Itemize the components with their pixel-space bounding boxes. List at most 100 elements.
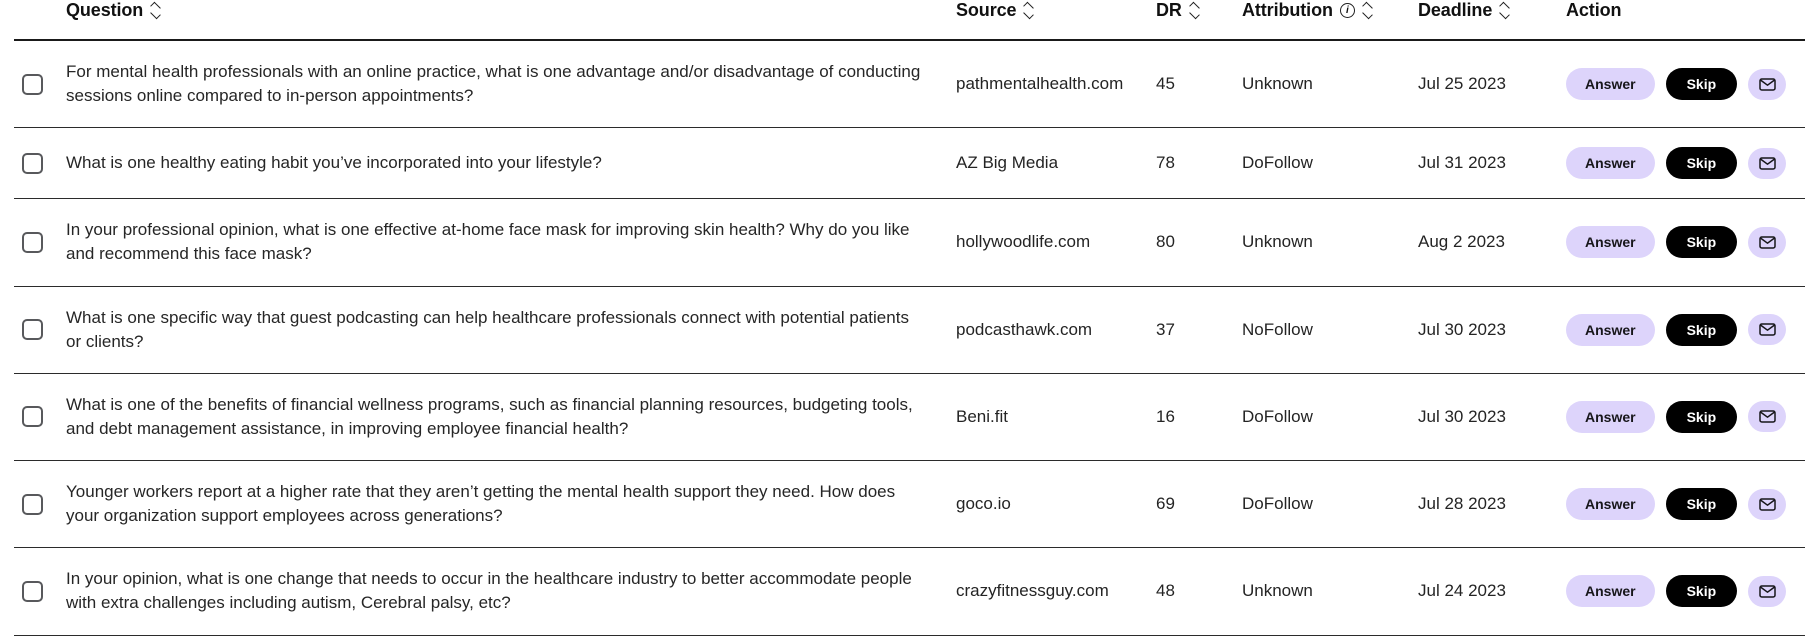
question-cell: What is one of the benefits of financial… bbox=[66, 373, 956, 460]
dr-cell: 78 bbox=[1156, 153, 1175, 173]
question-text: In your professional opinion, what is on… bbox=[66, 220, 910, 264]
dr-cell: 48 bbox=[1156, 581, 1175, 601]
table-header: Question Source DR Attribution i Deadlin… bbox=[14, 0, 1805, 40]
envelope-icon-button[interactable] bbox=[1748, 314, 1787, 346]
question-cell: Younger workers report at a higher rate … bbox=[66, 461, 956, 548]
envelope-icon-button[interactable] bbox=[1748, 226, 1787, 258]
column-header-source-label: Source bbox=[956, 0, 1017, 20]
column-header-question-label: Question bbox=[66, 0, 144, 20]
skip-button[interactable]: Skip bbox=[1665, 147, 1738, 180]
answer-button[interactable]: Answer bbox=[1566, 400, 1655, 433]
answer-button[interactable]: Answer bbox=[1566, 68, 1655, 101]
column-header-deadline[interactable]: Deadline bbox=[1418, 0, 1566, 40]
action-cell: Answer Skip bbox=[1566, 373, 1805, 460]
deadline-cell: Jul 30 2023 bbox=[1418, 319, 1506, 339]
source-cell: podcasthawk.com bbox=[956, 319, 1093, 339]
attribution-cell: DoFollow bbox=[1242, 153, 1313, 173]
deadline-cell: Jul 25 2023 bbox=[1418, 74, 1506, 94]
skip-button[interactable]: Skip bbox=[1665, 488, 1738, 521]
answer-button[interactable]: Answer bbox=[1566, 313, 1655, 346]
skip-button[interactable]: Skip bbox=[1665, 575, 1738, 608]
column-header-action: Action bbox=[1566, 0, 1805, 40]
answer-button[interactable]: Answer bbox=[1566, 226, 1655, 259]
sort-icon-attribution[interactable] bbox=[1362, 3, 1373, 19]
row-checkbox[interactable] bbox=[22, 580, 43, 602]
sort-icon-question[interactable] bbox=[150, 3, 161, 19]
action-cell: Answer Skip bbox=[1566, 286, 1805, 373]
skip-button[interactable]: Skip bbox=[1665, 400, 1738, 433]
deadline-cell: Jul 30 2023 bbox=[1418, 406, 1506, 426]
envelope-icon-button[interactable] bbox=[1748, 147, 1787, 179]
attribution-cell: NoFollow bbox=[1242, 319, 1313, 339]
deadline-cell: Jul 28 2023 bbox=[1418, 494, 1506, 514]
action-buttons: Answer Skip bbox=[1566, 488, 1805, 521]
sort-icon-dr[interactable] bbox=[1189, 3, 1200, 19]
table-row: In your professional opinion, what is on… bbox=[14, 199, 1805, 286]
sort-icon-source[interactable] bbox=[1023, 3, 1034, 19]
skip-button[interactable]: Skip bbox=[1665, 313, 1738, 346]
envelope-icon-button[interactable] bbox=[1748, 488, 1787, 520]
question-cell: For mental health professionals with an … bbox=[66, 40, 956, 128]
envelope-icon bbox=[1758, 236, 1776, 249]
sort-icon-deadline[interactable] bbox=[1499, 3, 1510, 19]
table-row: Younger workers report at a higher rate … bbox=[14, 461, 1805, 548]
table-body: For mental health professionals with an … bbox=[14, 40, 1805, 635]
row-select-cell bbox=[14, 548, 66, 635]
source-cell: pathmentalhealth.com bbox=[956, 74, 1124, 94]
column-header-dr[interactable]: DR bbox=[1156, 0, 1242, 40]
source-cell: AZ Big Media bbox=[956, 153, 1059, 173]
row-select-cell bbox=[14, 286, 66, 373]
skip-button[interactable]: Skip bbox=[1665, 68, 1738, 101]
skip-button[interactable]: Skip bbox=[1665, 226, 1738, 259]
envelope-icon-button[interactable] bbox=[1748, 575, 1787, 607]
question-text: In your opinion, what is one change that… bbox=[66, 569, 912, 613]
questions-table-container: Question Source DR Attribution i Deadlin… bbox=[0, 0, 1805, 636]
attribution-cell: Unknown bbox=[1242, 74, 1313, 94]
action-cell: Answer Skip bbox=[1566, 461, 1805, 548]
envelope-icon-button[interactable] bbox=[1748, 401, 1787, 433]
row-checkbox[interactable] bbox=[22, 319, 43, 341]
row-checkbox[interactable] bbox=[22, 406, 43, 428]
answer-button[interactable]: Answer bbox=[1566, 575, 1655, 608]
question-cell: In your opinion, what is one change that… bbox=[66, 548, 956, 635]
table-row: What is one specific way that guest podc… bbox=[14, 286, 1805, 374]
action-cell: Answer Skip bbox=[1566, 40, 1805, 128]
row-checkbox[interactable] bbox=[22, 231, 43, 253]
action-buttons: Answer Skip bbox=[1566, 575, 1805, 608]
dr-cell: 69 bbox=[1156, 494, 1175, 514]
envelope-icon bbox=[1758, 497, 1776, 511]
row-select-cell bbox=[14, 373, 66, 460]
attribution-cell: DoFollow bbox=[1242, 406, 1313, 426]
attribution-cell: Unknown bbox=[1242, 581, 1313, 601]
column-header-attribution-label: Attribution bbox=[1242, 0, 1333, 20]
action-buttons: Answer Skip bbox=[1566, 226, 1805, 259]
row-select-cell bbox=[14, 461, 66, 548]
row-select-cell bbox=[14, 128, 66, 199]
column-header-question[interactable]: Question bbox=[66, 0, 956, 40]
column-header-attribution[interactable]: Attribution i bbox=[1242, 0, 1418, 40]
table-row: What is one of the benefits of financial… bbox=[14, 373, 1805, 461]
source-cell: hollywoodlife.com bbox=[956, 232, 1091, 252]
action-cell: Answer Skip bbox=[1566, 199, 1805, 286]
deadline-cell: Jul 24 2023 bbox=[1418, 581, 1506, 601]
table-row: For mental health professionals with an … bbox=[14, 40, 1805, 128]
row-checkbox[interactable] bbox=[22, 73, 43, 95]
question-cell: What is one specific way that guest podc… bbox=[66, 286, 956, 373]
row-checkbox[interactable] bbox=[22, 493, 43, 515]
deadline-cell: Aug 2 2023 bbox=[1418, 232, 1505, 252]
answer-button[interactable]: Answer bbox=[1566, 488, 1655, 521]
action-buttons: Answer Skip bbox=[1566, 400, 1805, 433]
row-checkbox[interactable] bbox=[22, 152, 43, 174]
action-cell: Answer Skip bbox=[1566, 128, 1805, 199]
column-header-source[interactable]: Source bbox=[956, 0, 1156, 40]
attribution-cell: DoFollow bbox=[1242, 494, 1313, 514]
action-buttons: Answer Skip bbox=[1566, 68, 1805, 101]
header-row: Question Source DR Attribution i Deadlin… bbox=[14, 0, 1805, 40]
question-cell: What is one healthy eating habit you’ve … bbox=[66, 128, 956, 199]
info-icon-attribution[interactable]: i bbox=[1339, 3, 1355, 18]
column-header-action-label: Action bbox=[1566, 0, 1622, 20]
answer-button[interactable]: Answer bbox=[1566, 147, 1655, 180]
column-header-dr-label: DR bbox=[1156, 0, 1182, 20]
envelope-icon-button[interactable] bbox=[1748, 68, 1787, 100]
deadline-cell: Jul 31 2023 bbox=[1418, 153, 1506, 173]
